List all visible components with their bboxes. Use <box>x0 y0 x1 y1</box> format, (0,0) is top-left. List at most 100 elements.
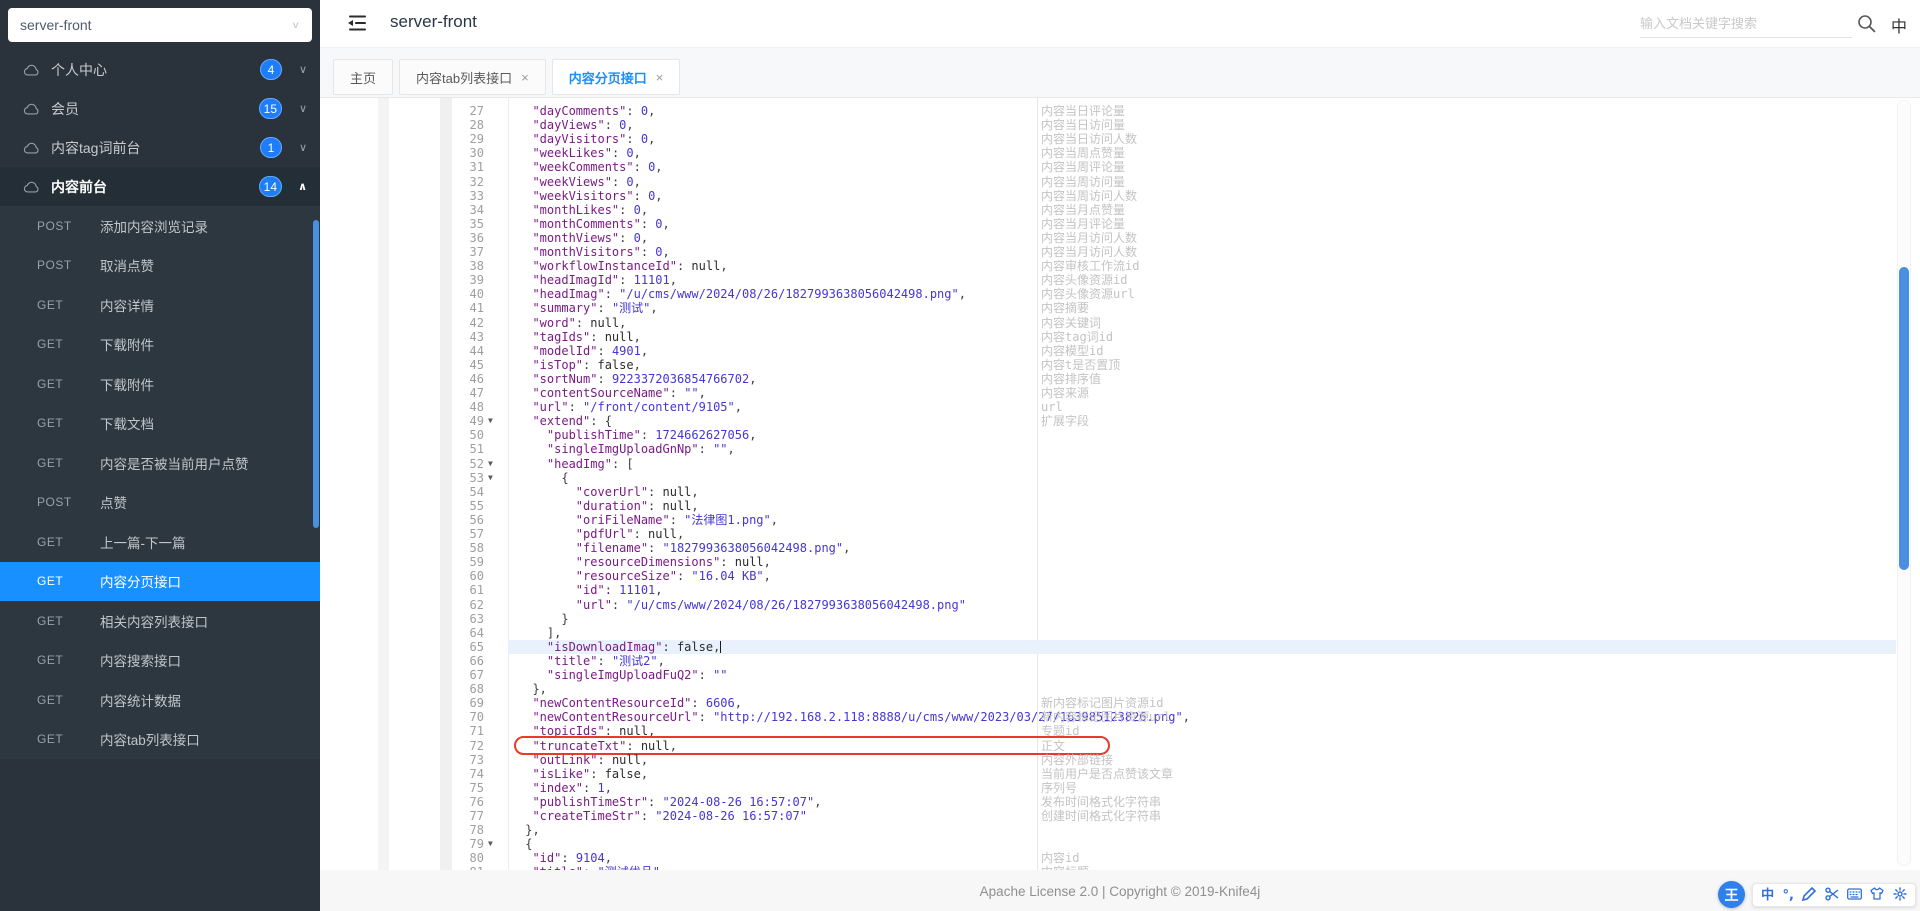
endpoint-method: GET <box>37 534 64 549</box>
line-number: 51 <box>469 442 484 457</box>
endpoint-method: POST <box>37 218 72 233</box>
endpoint-label: 内容详情 <box>100 298 154 314</box>
ime-settings-gear-icon[interactable] <box>1893 886 1907 904</box>
code-line: 44 "modelId": 4901, 内容模型id <box>320 344 1920 358</box>
response-json-editor[interactable]: 27 "dayComments": 0, 内容当日评论量 28 "dayViews"… <box>320 98 1920 870</box>
ime-language-icon[interactable]: 中 <box>1761 889 1774 902</box>
line-number: 29 <box>469 132 484 147</box>
sidebar-endpoint[interactable]: GET 内容统计数据 <box>0 680 320 720</box>
ime-punctuation-icon[interactable]: °, <box>1783 889 1794 902</box>
line-number: 74 <box>469 766 484 781</box>
line-number: 76 <box>469 794 484 809</box>
search-input[interactable] <box>1640 10 1852 38</box>
code-line: 63 } <box>320 612 1920 626</box>
ime-skin-icon[interactable] <box>1870 887 1885 903</box>
field-annotation: 内容tag词id <box>1041 329 1114 344</box>
line-number: 52 <box>469 456 484 471</box>
line-number: 75 <box>469 780 484 795</box>
sidebar-endpoint[interactable]: GET 相关内容列表接口 <box>0 601 320 641</box>
tab-close-icon[interactable]: × <box>656 70 664 85</box>
sidebar-group-label: 内容tag词前台 <box>51 139 141 156</box>
code-text: "headImg": [ <box>546 456 634 471</box>
endpoint-method: POST <box>37 258 72 273</box>
sidebar-endpoint[interactable]: GET 内容详情 <box>0 285 320 325</box>
sidebar-endpoint[interactable]: POST 添加内容浏览记录 <box>0 206 320 246</box>
line-number: 34 <box>469 202 484 217</box>
line-number: 30 <box>469 146 484 161</box>
endpoint-method: GET <box>37 455 64 470</box>
field-annotation: 内容摘要 <box>1041 301 1090 316</box>
menu-fold-icon[interactable] <box>347 14 367 34</box>
code-line: 77 "createTimeStr": "2024-08-26 16:57:07… <box>320 809 1920 823</box>
sidebar-group-3[interactable]: 内容前台 14 ∧ <box>0 167 320 206</box>
sidebar-endpoint[interactable]: GET 内容搜索接口 <box>0 641 320 681</box>
sidebar-endpoint[interactable]: POST 取消点赞 <box>0 246 320 286</box>
endpoint-label: 相关内容列表接口 <box>100 614 208 630</box>
line-number: 31 <box>469 160 484 175</box>
code-line: 42 "word": null, 内容关键词 <box>320 316 1920 330</box>
language-switch-icon[interactable]: 中 <box>1891 13 1907 37</box>
code-text: "publishTime": 1724662627056, <box>546 428 757 443</box>
code-line: 39 "headImagId": 11101, 内容头像资源id <box>320 273 1920 287</box>
fold-arrow-icon[interactable]: ▼ <box>488 471 493 485</box>
code-line: 57 "pdfUrl": null, <box>320 527 1920 541</box>
fold-arrow-icon[interactable]: ▼ <box>488 414 493 428</box>
line-number: 49 <box>469 414 484 429</box>
chevron-down-icon: ∨ <box>298 64 307 76</box>
tab-item[interactable]: 内容tab列表接口 × <box>399 59 546 95</box>
line-number: 67 <box>469 668 484 682</box>
sidebar-endpoint[interactable]: POST 点赞 <box>0 483 320 523</box>
sidebar-endpoint[interactable]: GET 下载附件 <box>0 325 320 365</box>
endpoint-label: 下载附件 <box>100 377 154 393</box>
code-line: 30 "weekLikes": 0, 内容当周点赞量 <box>320 146 1920 160</box>
line-number: 63 <box>469 611 484 626</box>
field-annotation: 当前用户是否点赞该文章 <box>1041 766 1174 781</box>
line-number: 36 <box>469 230 484 245</box>
fold-arrow-icon[interactable]: ▼ <box>488 457 493 471</box>
field-annotation: 正文 <box>1041 738 1066 753</box>
sidebar-group-0[interactable]: 个人中心 4 ∨ <box>0 50 320 89</box>
editor-scrollbar-thumb[interactable] <box>1899 267 1909 570</box>
search-icon[interactable] <box>1857 14 1876 33</box>
field-annotation: 内容当月访问人数 <box>1041 245 1138 259</box>
code-text: "index": 1, <box>532 780 612 795</box>
code-text: "monthViews": 0, <box>532 230 649 245</box>
code-line: 49 ▼ "extend": {扩展字段 <box>320 414 1920 428</box>
code-text: "modelId": 4901, <box>532 343 649 358</box>
line-number: 53 <box>469 470 484 485</box>
ime-scissors-icon[interactable] <box>1825 887 1839 904</box>
sidebar-scrollbar-thumb[interactable] <box>313 220 319 528</box>
line-number: 72 <box>469 738 484 753</box>
field-annotation: 内容来源 <box>1041 386 1090 400</box>
tab-active[interactable]: 内容分页接口 × <box>551 59 681 95</box>
sidebar-endpoint[interactable]: GET 下载文档 <box>0 404 320 444</box>
code-line: 80 "id": 9104, 内容id <box>320 851 1920 865</box>
sidebar-endpoint[interactable]: GET 上一篇-下一篇 <box>0 522 320 562</box>
tab-close-icon[interactable]: × <box>521 70 529 85</box>
code-text: "createTimeStr": "2024-08-26 16:57:07" <box>532 809 807 823</box>
endpoint-label: 下载文档 <box>100 417 154 433</box>
sidebar-endpoint[interactable]: GET 内容分页接口 <box>0 561 320 601</box>
code-line: 40 "headImag": "/u/cms/www/2024/08/26/18… <box>320 287 1920 301</box>
sidebar-endpoint[interactable]: GET 下载附件 <box>0 364 320 404</box>
code-line: 79 ▼ { <box>320 837 1920 851</box>
line-number: 80 <box>469 851 484 866</box>
sidebar-group-2[interactable]: 内容tag词前台 1 ∨ <box>0 128 320 167</box>
ime-sogou-badge[interactable]: 王 <box>1718 881 1745 908</box>
code-line: 29 "dayVisitors": 0, 内容当日访问人数 <box>320 132 1920 146</box>
project-select[interactable]: server-front ∨ <box>8 8 312 42</box>
field-annotation: 内容模型id <box>1041 343 1104 358</box>
endpoint-count-badge: 4 <box>260 59 282 80</box>
code-text: "publishTimeStr": "2024-08-26 16:57:07", <box>532 794 822 809</box>
tab-item[interactable]: 主页 <box>333 59 394 95</box>
sidebar-endpoint[interactable]: GET 内容是否被当前用户点赞 <box>0 443 320 483</box>
sidebar-group-1[interactable]: 会员 15 ∨ <box>0 89 320 128</box>
ime-pencil-icon[interactable] <box>1802 886 1817 904</box>
code-line: 50 "publishTime": 1724662627056, <box>320 428 1920 442</box>
fold-arrow-icon[interactable]: ▼ <box>488 837 493 851</box>
ime-keyboard-icon[interactable] <box>1847 887 1863 903</box>
code-text: { <box>561 470 569 485</box>
endpoint-count-badge: 1 <box>260 137 282 158</box>
code-line: 27 "dayComments": 0, 内容当日评论量 <box>320 104 1920 118</box>
sidebar-endpoint[interactable]: GET 内容tab列表接口 <box>0 720 320 760</box>
